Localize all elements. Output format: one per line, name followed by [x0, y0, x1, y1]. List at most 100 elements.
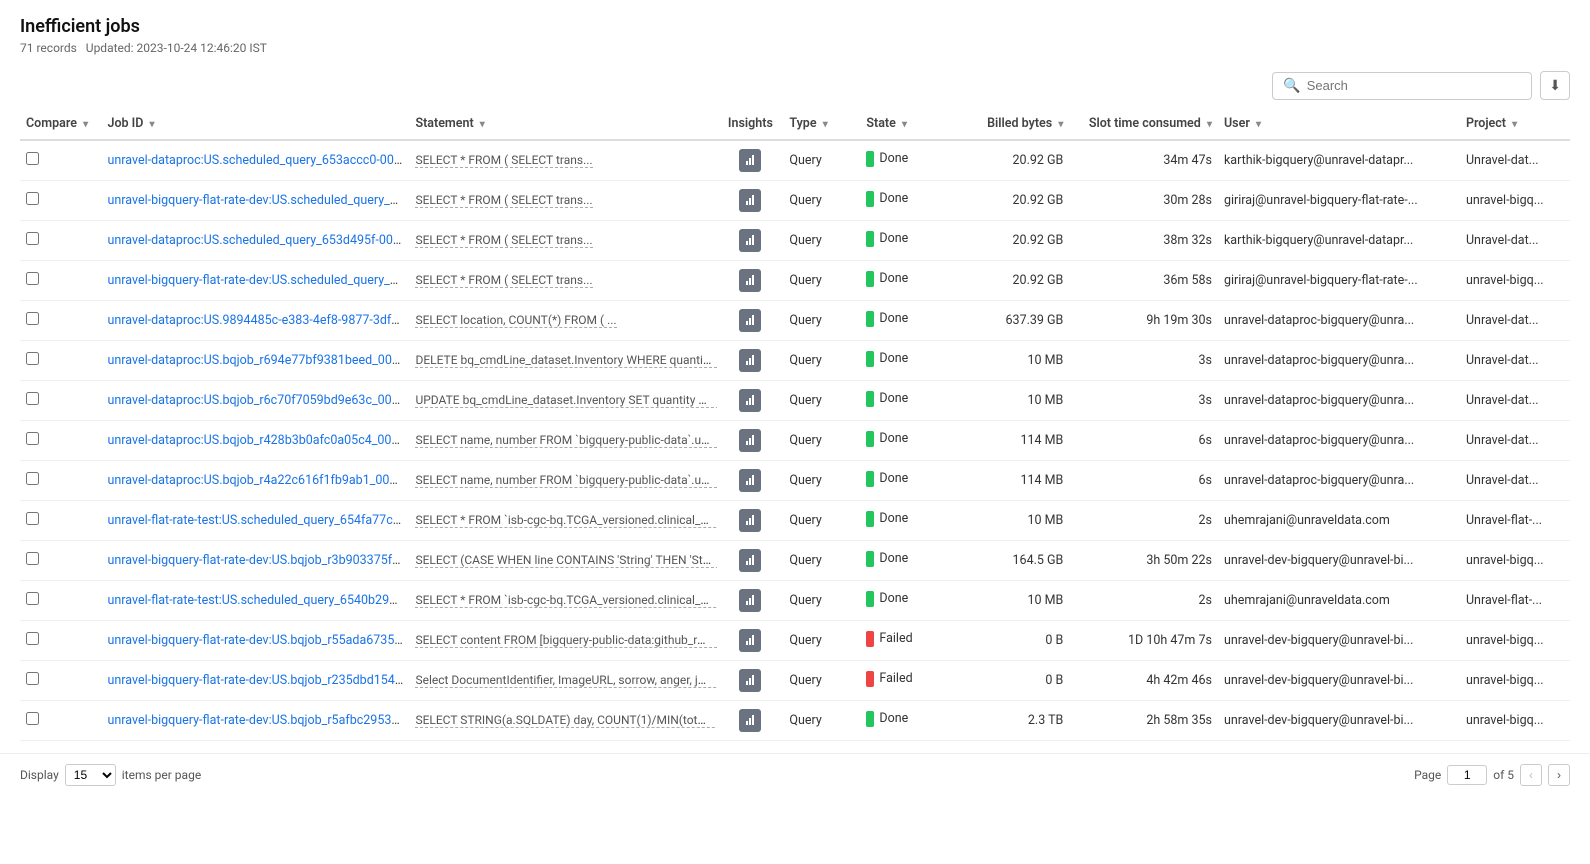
insights-cell[interactable]	[717, 301, 783, 341]
insights-button[interactable]	[739, 589, 761, 612]
insights-cell[interactable]	[717, 221, 783, 261]
compare-cell[interactable]	[20, 621, 102, 661]
compare-cell[interactable]	[20, 461, 102, 501]
job-link[interactable]: unravel-dataproc:US.bqjob_r4a22c616f1fb9…	[108, 473, 410, 488]
compare-cell[interactable]	[20, 181, 102, 221]
insights-button[interactable]	[739, 389, 761, 412]
statement-text[interactable]: SELECT location, COUNT(*) FROM ( ...	[415, 313, 616, 328]
insights-button[interactable]	[739, 629, 761, 652]
download-button[interactable]: ⬇	[1540, 71, 1570, 100]
insights-button[interactable]	[739, 429, 761, 452]
compare-cell[interactable]	[20, 381, 102, 421]
statement-text[interactable]: SELECT * FROM ( SELECT trans...	[415, 273, 592, 288]
statement-text[interactable]: SELECT name, number FROM `bigquery-publi…	[415, 433, 716, 448]
compare-cell[interactable]	[20, 541, 102, 581]
next-page-button[interactable]: ›	[1548, 764, 1570, 786]
compare-cell[interactable]	[20, 701, 102, 741]
statement-text[interactable]: SELECT content FROM [bigquery-public-dat…	[415, 633, 717, 648]
search-input[interactable]	[1307, 78, 1522, 93]
insights-button[interactable]	[739, 229, 761, 252]
jobid-cell[interactable]: unravel-dataproc:US.bqjob_r694e77bf9381b…	[102, 341, 410, 381]
row-checkbox[interactable]	[26, 392, 39, 405]
search-box[interactable]: 🔍	[1272, 72, 1532, 100]
job-link[interactable]: unravel-dataproc:US.scheduled_query_653a…	[108, 153, 410, 168]
compare-cell[interactable]	[20, 301, 102, 341]
jobid-cell[interactable]: unravel-dataproc:US.bqjob_r428b3b0afc0a0…	[102, 421, 410, 461]
jobid-cell[interactable]: unravel-bigquery-flat-rate-dev:US.bqjob_…	[102, 541, 410, 581]
job-link[interactable]: unravel-dataproc:US.bqjob_r694e77bf9381b…	[108, 353, 410, 368]
insights-cell[interactable]	[717, 581, 783, 621]
job-link[interactable]: unravel-dataproc:US.scheduled_query_653d…	[108, 233, 410, 248]
insights-cell[interactable]	[717, 421, 783, 461]
insights-button[interactable]	[739, 149, 761, 172]
job-link[interactable]: unravel-bigquery-flat-rate-dev:US.bqjob_…	[108, 713, 410, 728]
state-header[interactable]: State ▾	[860, 108, 959, 140]
jobid-cell[interactable]: unravel-dataproc:US.9894485c-e383-4ef8-9…	[102, 301, 410, 341]
job-link[interactable]: unravel-bigquery-flat-rate-dev:US.bqjob_…	[108, 553, 410, 568]
statement-text[interactable]: SELECT * FROM `isb-cgc-bq.TCGA_versioned…	[415, 513, 717, 528]
jobid-cell[interactable]: unravel-dataproc:US.scheduled_query_653d…	[102, 221, 410, 261]
insights-button[interactable]	[739, 509, 761, 532]
jobid-cell[interactable]: unravel-bigquery-flat-rate-dev:US.schedu…	[102, 181, 410, 221]
job-link[interactable]: unravel-flat-rate-test:US.scheduled_quer…	[108, 593, 410, 608]
job-link[interactable]: unravel-dataproc:US.9894485c-e383-4ef8-9…	[108, 313, 410, 328]
insights-cell[interactable]	[717, 461, 783, 501]
row-checkbox[interactable]	[26, 592, 39, 605]
row-checkbox[interactable]	[26, 152, 39, 165]
insights-button[interactable]	[739, 709, 761, 732]
items-per-page-select[interactable]: 15 25 50 100	[65, 764, 116, 786]
job-link[interactable]: unravel-bigquery-flat-rate-dev:US.schedu…	[108, 193, 410, 208]
job-link[interactable]: unravel-flat-rate-test:US.scheduled_quer…	[108, 513, 410, 528]
statement-header[interactable]: Statement ▾	[409, 108, 717, 140]
compare-cell[interactable]	[20, 140, 102, 181]
insights-cell[interactable]	[717, 621, 783, 661]
insights-cell[interactable]	[717, 381, 783, 421]
horizontal-scrollbar[interactable]	[20, 741, 1570, 749]
row-checkbox[interactable]	[26, 552, 39, 565]
billed-header[interactable]: Billed bytes ▾	[959, 108, 1069, 140]
compare-cell[interactable]	[20, 261, 102, 301]
statement-text[interactable]: SELECT (CASE WHEN line CONTAINS 'String'…	[415, 553, 717, 568]
jobid-cell[interactable]: unravel-bigquery-flat-rate-dev:US.bqjob_…	[102, 621, 410, 661]
compare-cell[interactable]	[20, 501, 102, 541]
insights-button[interactable]	[739, 309, 761, 332]
insights-button[interactable]	[739, 469, 761, 492]
compare-cell[interactable]	[20, 341, 102, 381]
row-checkbox[interactable]	[26, 272, 39, 285]
compare-cell[interactable]	[20, 421, 102, 461]
job-link[interactable]: unravel-dataproc:US.bqjob_r428b3b0afc0a0…	[108, 433, 410, 448]
jobid-cell[interactable]: unravel-flat-rate-test:US.scheduled_quer…	[102, 501, 410, 541]
insights-button[interactable]	[739, 349, 761, 372]
insights-cell[interactable]	[717, 140, 783, 181]
insights-button[interactable]	[739, 269, 761, 292]
jobid-cell[interactable]: unravel-dataproc:US.bqjob_r6c70f7059bd9e…	[102, 381, 410, 421]
insights-cell[interactable]	[717, 261, 783, 301]
job-link[interactable]: unravel-dataproc:US.bqjob_r6c70f7059bd9e…	[108, 393, 410, 408]
row-checkbox[interactable]	[26, 312, 39, 325]
insights-cell[interactable]	[717, 661, 783, 701]
row-checkbox[interactable]	[26, 232, 39, 245]
insights-button[interactable]	[739, 549, 761, 572]
slot-header[interactable]: Slot time consumed ▾	[1069, 108, 1218, 140]
jobid-cell[interactable]: unravel-dataproc:US.bqjob_r4a22c616f1fb9…	[102, 461, 410, 501]
statement-text[interactable]: DELETE bq_cmdLine_dataset.Inventory WHER…	[415, 353, 717, 368]
statement-text[interactable]: SELECT * FROM ( SELECT trans...	[415, 193, 592, 208]
jobid-cell[interactable]: unravel-flat-rate-test:US.scheduled_quer…	[102, 581, 410, 621]
statement-text[interactable]: SELECT * FROM `isb-cgc-bq.TCGA_versioned…	[415, 593, 717, 608]
insights-cell[interactable]	[717, 341, 783, 381]
insights-cell[interactable]	[717, 501, 783, 541]
jobid-cell[interactable]: unravel-bigquery-flat-rate-dev:US.bqjob_…	[102, 661, 410, 701]
insights-button[interactable]	[739, 189, 761, 212]
row-checkbox[interactable]	[26, 632, 39, 645]
compare-header[interactable]: Compare ▾	[20, 108, 102, 140]
job-link[interactable]: unravel-bigquery-flat-rate-dev:US.bqjob_…	[108, 673, 410, 688]
jobid-cell[interactable]: unravel-bigquery-flat-rate-dev:US.schedu…	[102, 261, 410, 301]
statement-text[interactable]: SELECT * FROM ( SELECT trans...	[415, 153, 592, 168]
statement-text[interactable]: SELECT * FROM ( SELECT trans...	[415, 233, 592, 248]
insights-cell[interactable]	[717, 701, 783, 741]
type-header[interactable]: Type ▾	[783, 108, 860, 140]
jobid-header[interactable]: Job ID ▾	[102, 108, 410, 140]
row-checkbox[interactable]	[26, 512, 39, 525]
job-link[interactable]: unravel-bigquery-flat-rate-dev:US.bqjob_…	[108, 633, 410, 648]
row-checkbox[interactable]	[26, 712, 39, 725]
